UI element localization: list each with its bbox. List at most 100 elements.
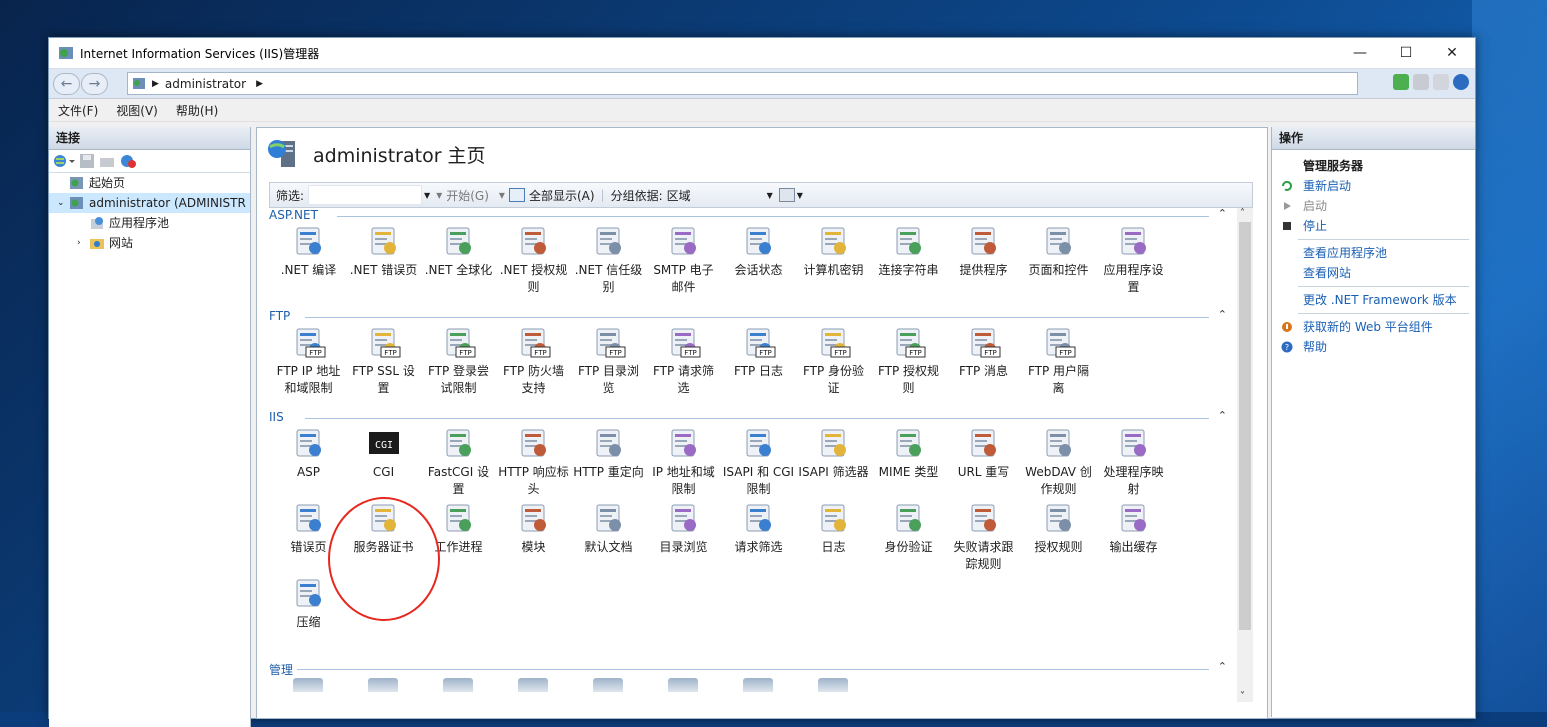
feature-iis-item[interactable]: 授权规则 [1021, 501, 1096, 556]
menu-help[interactable]: 帮助(H) [167, 102, 227, 119]
tree-app-pools[interactable]: 应用程序池 [49, 213, 250, 233]
feature-icon-partial[interactable] [368, 678, 398, 692]
group-by-select[interactable]: 区域 [667, 187, 767, 204]
feature-aspnet-item[interactable]: 提供程序 [946, 224, 1021, 279]
stop-icon[interactable] [1413, 74, 1429, 90]
feature-icon-partial[interactable] [518, 678, 548, 692]
action-view-app-pools[interactable]: 查看应用程序池 [1272, 243, 1475, 263]
section-header-aspnet[interactable]: ASP.NET ⌃ [269, 208, 1229, 224]
scroll-up-icon[interactable]: ˄ [1240, 208, 1245, 219]
feature-ftp-item[interactable]: FTP FTP 登录尝 试限制 [421, 325, 496, 397]
maximize-button[interactable]: ☐ [1383, 38, 1429, 68]
action-view-sites[interactable]: 查看网站 [1272, 263, 1475, 283]
feature-aspnet-item[interactable]: .NET 信任级别 [571, 224, 646, 296]
action-restart[interactable]: 重新启动 [1272, 176, 1475, 196]
minimize-button[interactable]: — [1337, 38, 1383, 68]
filter-input[interactable] [308, 185, 423, 205]
back-button[interactable]: ← [53, 73, 80, 95]
feature-ftp-item[interactable]: FTP FTP 目录浏览 [571, 325, 646, 397]
forward-button[interactable]: → [81, 73, 108, 95]
feature-aspnet-item[interactable]: 会话状态 [721, 224, 796, 279]
collapse-chevron-icon[interactable]: ⌃ [1218, 208, 1227, 220]
feature-icon-partial[interactable] [668, 678, 698, 692]
feature-iis-item[interactable]: CGI CGI [346, 426, 421, 481]
feature-iis-item[interactable]: FastCGI 设置 [421, 426, 496, 498]
action-stop[interactable]: 停止 [1272, 216, 1475, 236]
feature-ftp-item[interactable]: FTP FTP 用户隔离 [1021, 325, 1096, 397]
feature-icon-partial[interactable] [293, 678, 323, 692]
feature-iis-item[interactable]: HTTP 响应标头 [496, 426, 571, 498]
feature-iis-item[interactable]: MIME 类型 [871, 426, 946, 481]
section-header-ftp[interactable]: FTP ⌃ [269, 308, 1229, 325]
expand-right-icon[interactable]: › [77, 233, 89, 253]
feature-iis-item[interactable]: ISAPI 和 CGI 限制 [721, 426, 796, 498]
feature-ftp-item[interactable]: FTP FTP 防火墙 支持 [496, 325, 571, 397]
section-header-iis[interactable]: IIS ⌃ [269, 409, 1229, 426]
feature-aspnet-item[interactable]: SMTP 电子 邮件 [646, 224, 721, 296]
close-button[interactable]: ✕ [1429, 38, 1475, 68]
feature-aspnet-item[interactable]: .NET 授权规则 [496, 224, 571, 296]
feature-ftp-item[interactable]: FTP FTP IP 地址 和域限制 [271, 325, 346, 397]
feature-ftp-item[interactable]: FTP FTP 授权规则 [871, 325, 946, 397]
feature-iis-item[interactable]: WebDAV 创作规则 [1021, 426, 1096, 498]
feature-ftp-item[interactable]: FTP FTP 请求筛选 [646, 325, 721, 397]
address-box[interactable]: ▶ administrator ▶ [127, 72, 1358, 95]
feature-icon-partial[interactable] [593, 678, 623, 692]
feature-aspnet-item[interactable]: 页面和控件 [1021, 224, 1096, 279]
tree-start-page[interactable]: 起始页 [49, 173, 250, 193]
save-icon[interactable] [79, 153, 95, 169]
collapse-chevron-icon[interactable]: ⌃ [1218, 409, 1227, 422]
refresh-icon[interactable] [1393, 74, 1409, 90]
breadcrumb-administrator[interactable]: administrator [165, 77, 246, 91]
feature-iis-item[interactable]: 模块 [496, 501, 571, 556]
feature-icon-partial[interactable] [743, 678, 773, 692]
crumb-chevron-icon[interactable]: ▶ [256, 79, 263, 89]
feature-ftp-item[interactable]: FTP FTP 身份验证 [796, 325, 871, 397]
start-button[interactable]: 开始(G) [446, 187, 489, 204]
feature-iis-item[interactable]: URL 重写 [946, 426, 1021, 481]
feature-iis-item[interactable]: IP 地址和域 限制 [646, 426, 721, 498]
feature-aspnet-item[interactable]: .NET 错误页 [346, 224, 421, 279]
feature-iis-item[interactable]: 处理程序映射 [1096, 426, 1171, 498]
home-icon[interactable] [1433, 74, 1449, 90]
disconnect-icon[interactable] [119, 153, 137, 169]
feature-iis-item[interactable]: 默认文档 [571, 501, 646, 556]
section-header-management[interactable]: 管理 ⌃ [269, 660, 1229, 677]
expand-down-icon[interactable]: ⌄ [57, 193, 69, 213]
feature-aspnet-item[interactable]: 应用程序设置 [1096, 224, 1171, 296]
feature-ftp-item[interactable]: FTP FTP SSL 设置 [346, 325, 421, 397]
feature-iis-item[interactable]: HTTP 重定向 [571, 426, 646, 481]
help-icon[interactable] [1453, 74, 1469, 90]
feature-iis-item[interactable]: 目录浏览 [646, 501, 721, 556]
up-folder-icon[interactable] [99, 153, 115, 169]
feature-icon-partial[interactable] [818, 678, 848, 692]
vertical-scrollbar[interactable]: ˄ ˅ [1237, 208, 1253, 702]
feature-iis-item[interactable]: 失败请求跟 踪规则 [946, 501, 1021, 573]
feature-aspnet-item[interactable]: .NET 编译 [271, 224, 346, 279]
collapse-chevron-icon[interactable]: ⌃ [1218, 308, 1227, 321]
view-dropdown-icon[interactable]: ▼ [797, 191, 803, 200]
filter-dropdown-icon[interactable]: ▼ [424, 191, 430, 200]
scrollbar-thumb[interactable] [1239, 222, 1251, 630]
action-change-net-version[interactable]: 更改 .NET Framework 版本 [1272, 290, 1475, 310]
feature-iis-item[interactable]: ASP [271, 426, 346, 481]
feature-iis-item[interactable]: ISAPI 筛选器 [796, 426, 871, 481]
action-get-web-platform[interactable]: 获取新的 Web 平台组件 [1272, 317, 1475, 337]
collapse-chevron-icon[interactable]: ⌃ [1218, 660, 1227, 673]
view-mode-icon[interactable] [778, 188, 795, 202]
menu-file[interactable]: 文件(F) [49, 102, 107, 119]
feature-iis-item[interactable]: 身份验证 [871, 501, 946, 556]
action-start[interactable]: 启动 [1272, 196, 1475, 216]
tree-administrator[interactable]: ⌄ administrator (ADMINISTR [49, 193, 250, 213]
scroll-down-icon[interactable]: ˅ [1240, 691, 1245, 702]
feature-iis-item[interactable]: 请求筛选 [721, 501, 796, 556]
feature-ftp-item[interactable]: FTP FTP 消息 [946, 325, 1021, 380]
feature-aspnet-item[interactable]: 计算机密钥 [796, 224, 871, 279]
tree-sites[interactable]: › 网站 [49, 233, 250, 253]
group-dropdown-icon[interactable]: ▼ [767, 191, 773, 200]
feature-aspnet-item[interactable]: 连接字符串 [871, 224, 946, 279]
feature-icon-partial[interactable] [443, 678, 473, 692]
feature-ftp-item[interactable]: FTP FTP 日志 [721, 325, 796, 380]
menu-view[interactable]: 视图(V) [107, 102, 167, 119]
feature-aspnet-item[interactable]: .NET 全球化 [421, 224, 496, 279]
